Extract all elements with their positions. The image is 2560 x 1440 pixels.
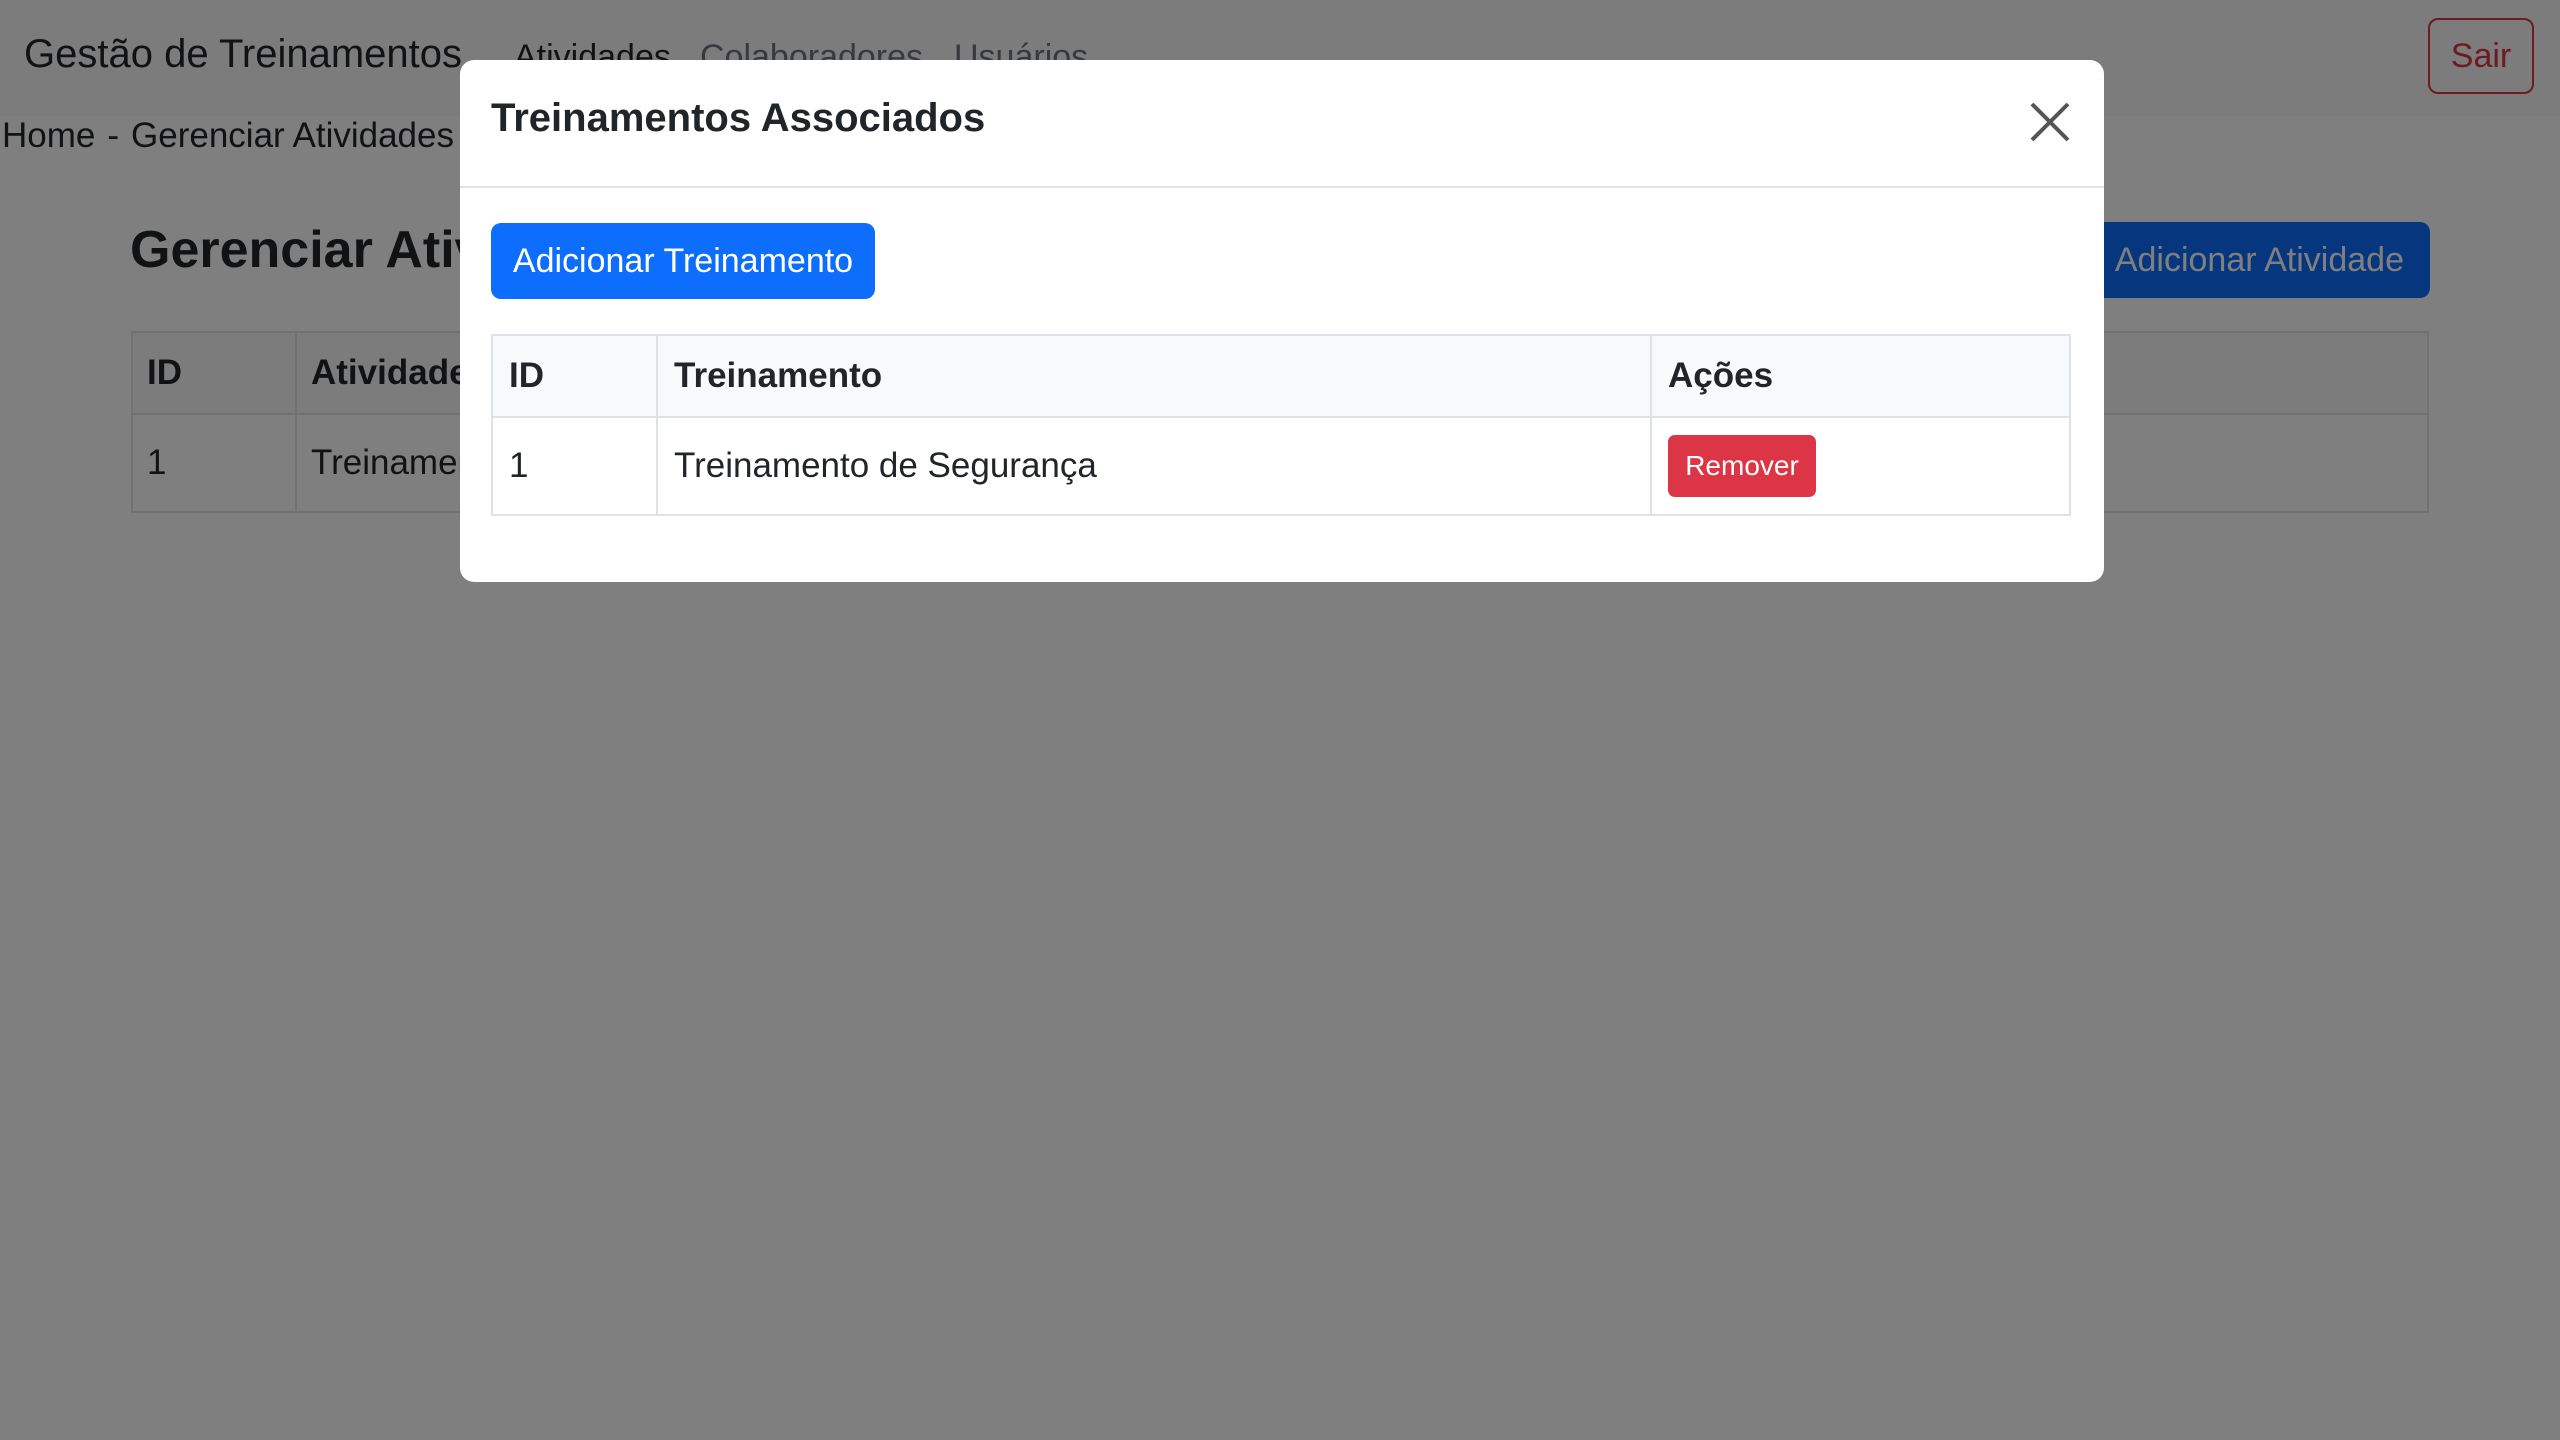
column-header-acoes: Ações [1650, 334, 2071, 418]
cell-acoes: Remover [1650, 416, 2071, 516]
remove-button[interactable]: Remover [1668, 435, 1816, 497]
column-header-treinamento: Treinamento [656, 334, 1652, 418]
table-row: 1 Treinamento de Segurança Remover [491, 416, 2071, 516]
close-button[interactable] [2022, 94, 2078, 150]
cell-id: 1 [491, 416, 658, 516]
close-icon [2030, 102, 2070, 142]
column-header-id: ID [491, 334, 658, 418]
cell-treinamento: Treinamento de Segurança [656, 416, 1652, 516]
modal-title: Treinamentos Associados [491, 96, 986, 140]
add-training-button[interactable]: Adicionar Treinamento [491, 223, 875, 299]
table-header-row: ID Treinamento Ações [491, 334, 2071, 418]
modal-header: Treinamentos Associados [460, 60, 2104, 188]
trainings-table: ID Treinamento Ações 1 Treinamento de Se… [491, 334, 2071, 516]
treinamentos-modal: Treinamentos Associados Adicionar Treina… [460, 60, 2104, 582]
